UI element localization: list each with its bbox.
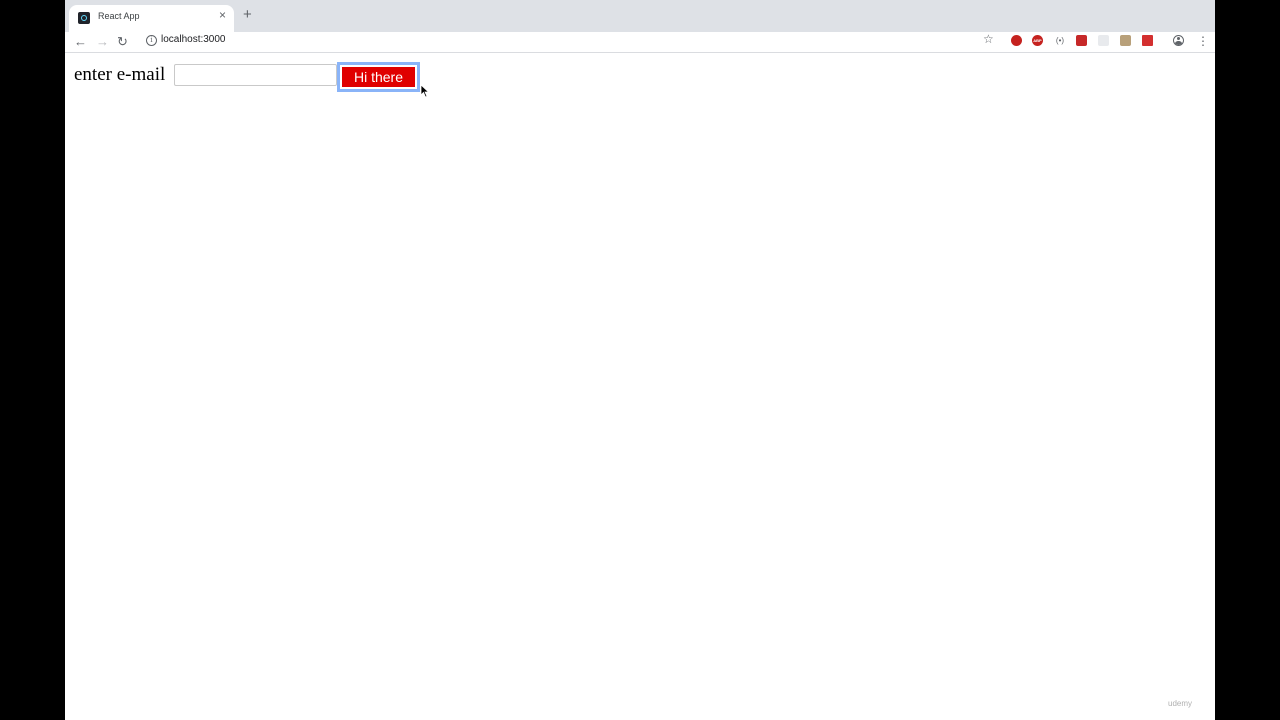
reload-icon[interactable]: ↻ — [117, 34, 128, 50]
bookmark-star-icon[interactable]: ☆ — [983, 32, 994, 46]
udemy-watermark: udemy — [1168, 699, 1193, 708]
account-icon[interactable] — [1173, 35, 1184, 46]
extension-tan-icon[interactable] — [1120, 35, 1131, 46]
browser-window: React App × + ← → ↻ i localhost:3000 ☆ A… — [65, 0, 1215, 720]
tab-title: React App — [98, 11, 140, 21]
tab-react-app[interactable]: React App × — [69, 5, 234, 32]
stop-icon[interactable] — [1011, 35, 1022, 46]
address-bar[interactable]: i localhost:3000 ☆ — [139, 32, 994, 50]
back-arrow-icon[interactable]: ← — [74, 34, 87, 50]
screen: React App × + ← → ↻ i localhost:3000 ☆ A… — [0, 0, 1280, 720]
wave-icon[interactable]: (•) — [1054, 35, 1066, 46]
forward-arrow-icon[interactable]: → — [96, 34, 109, 50]
menu-icon[interactable]: ⋮ — [1197, 34, 1209, 48]
adblock-plus-icon[interactable]: ABP — [1032, 35, 1043, 46]
url-text[interactable]: localhost:3000 — [161, 34, 226, 45]
email-label: enter e-mail — [74, 64, 166, 85]
email-field[interactable] — [174, 64, 337, 86]
react-favicon-icon — [78, 12, 90, 24]
new-tab-icon[interactable]: + — [243, 7, 252, 22]
tab-strip: React App × + — [65, 0, 1215, 32]
extension-red-icon[interactable] — [1076, 35, 1087, 46]
page-content: enter e-mail Hi there — [65, 53, 1215, 720]
browser-toolbar: ← → ↻ i localhost:3000 ☆ ABP (•) ⋮ — [65, 32, 1215, 53]
extension-white-icon[interactable] — [1098, 35, 1109, 46]
extension-square-red-icon[interactable] — [1142, 35, 1153, 46]
hi-there-button[interactable]: Hi there — [337, 62, 420, 92]
site-info-icon[interactable]: i — [146, 35, 157, 46]
tab-close-icon[interactable]: × — [219, 8, 226, 22]
